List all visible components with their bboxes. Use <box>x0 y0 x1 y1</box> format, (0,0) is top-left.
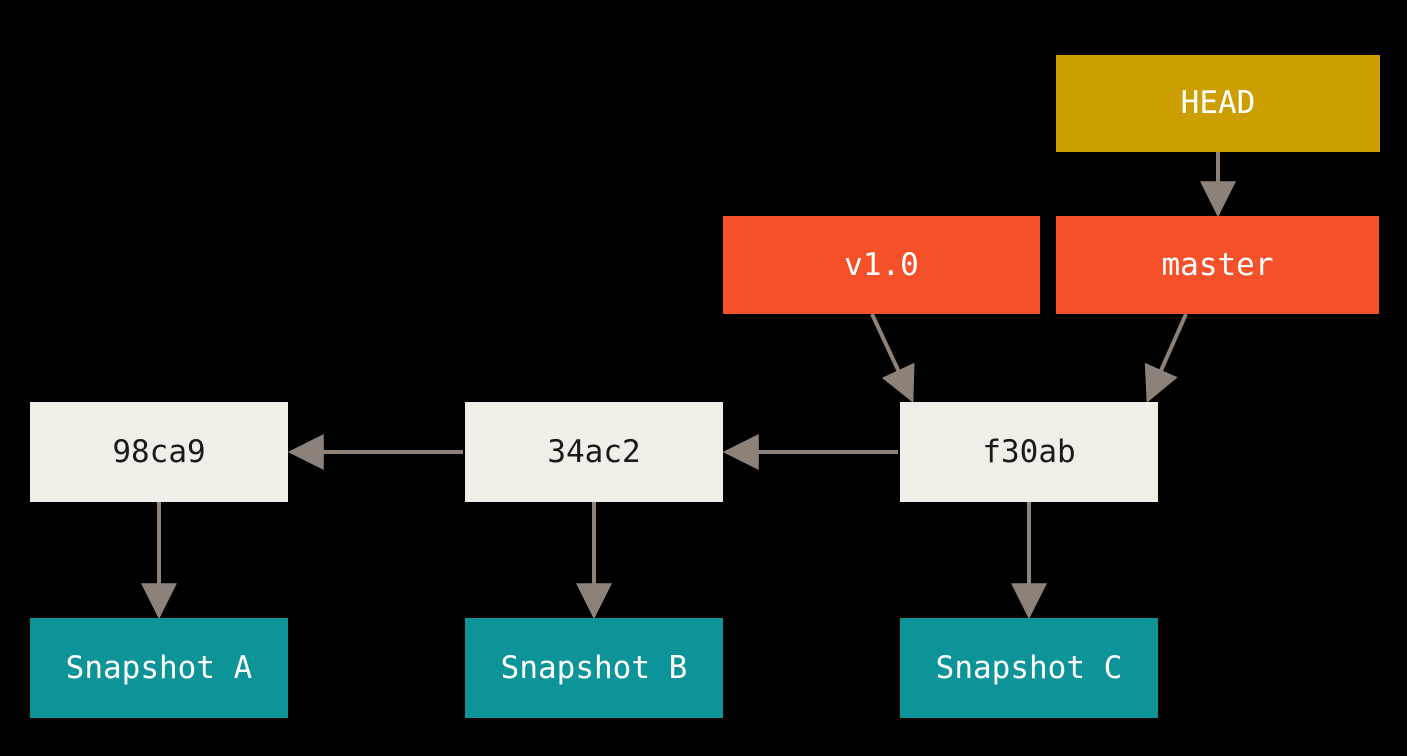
node-tag-v1-0[interactable]: v1.0 <box>723 216 1040 314</box>
node-commit-98ca9[interactable]: 98ca9 <box>30 402 288 502</box>
node-head-label: HEAD <box>1180 85 1256 121</box>
node-snapshot-a-label: Snapshot A <box>65 649 253 686</box>
node-head[interactable]: HEAD <box>1056 55 1380 152</box>
node-snapshot-b-label: Snapshot B <box>500 649 688 686</box>
node-branch-master[interactable]: master <box>1056 216 1379 314</box>
git-diagram-canvas: HEAD v1.0 master 98ca9 34ac2 f30ab Snaps… <box>0 0 1407 756</box>
node-commit-34ac2[interactable]: 34ac2 <box>465 402 723 502</box>
node-snapshot-b[interactable]: Snapshot B <box>465 618 723 718</box>
node-commit-98ca9-label: 98ca9 <box>112 433 206 470</box>
node-snapshot-c[interactable]: Snapshot C <box>900 618 1158 718</box>
node-commit-34ac2-label: 34ac2 <box>547 433 641 470</box>
edge-master-to-f30ab <box>1144 313 1188 403</box>
node-snapshot-c-label: Snapshot C <box>935 649 1123 686</box>
node-tag-v1-0-label: v1.0 <box>844 246 919 283</box>
node-commit-f30ab-label: f30ab <box>982 433 1076 470</box>
node-commit-f30ab[interactable]: f30ab <box>900 402 1158 502</box>
node-snapshot-a[interactable]: Snapshot A <box>30 618 288 718</box>
node-branch-master-label: master <box>1161 246 1274 283</box>
edge-v1-0-to-f30ab <box>870 313 915 403</box>
